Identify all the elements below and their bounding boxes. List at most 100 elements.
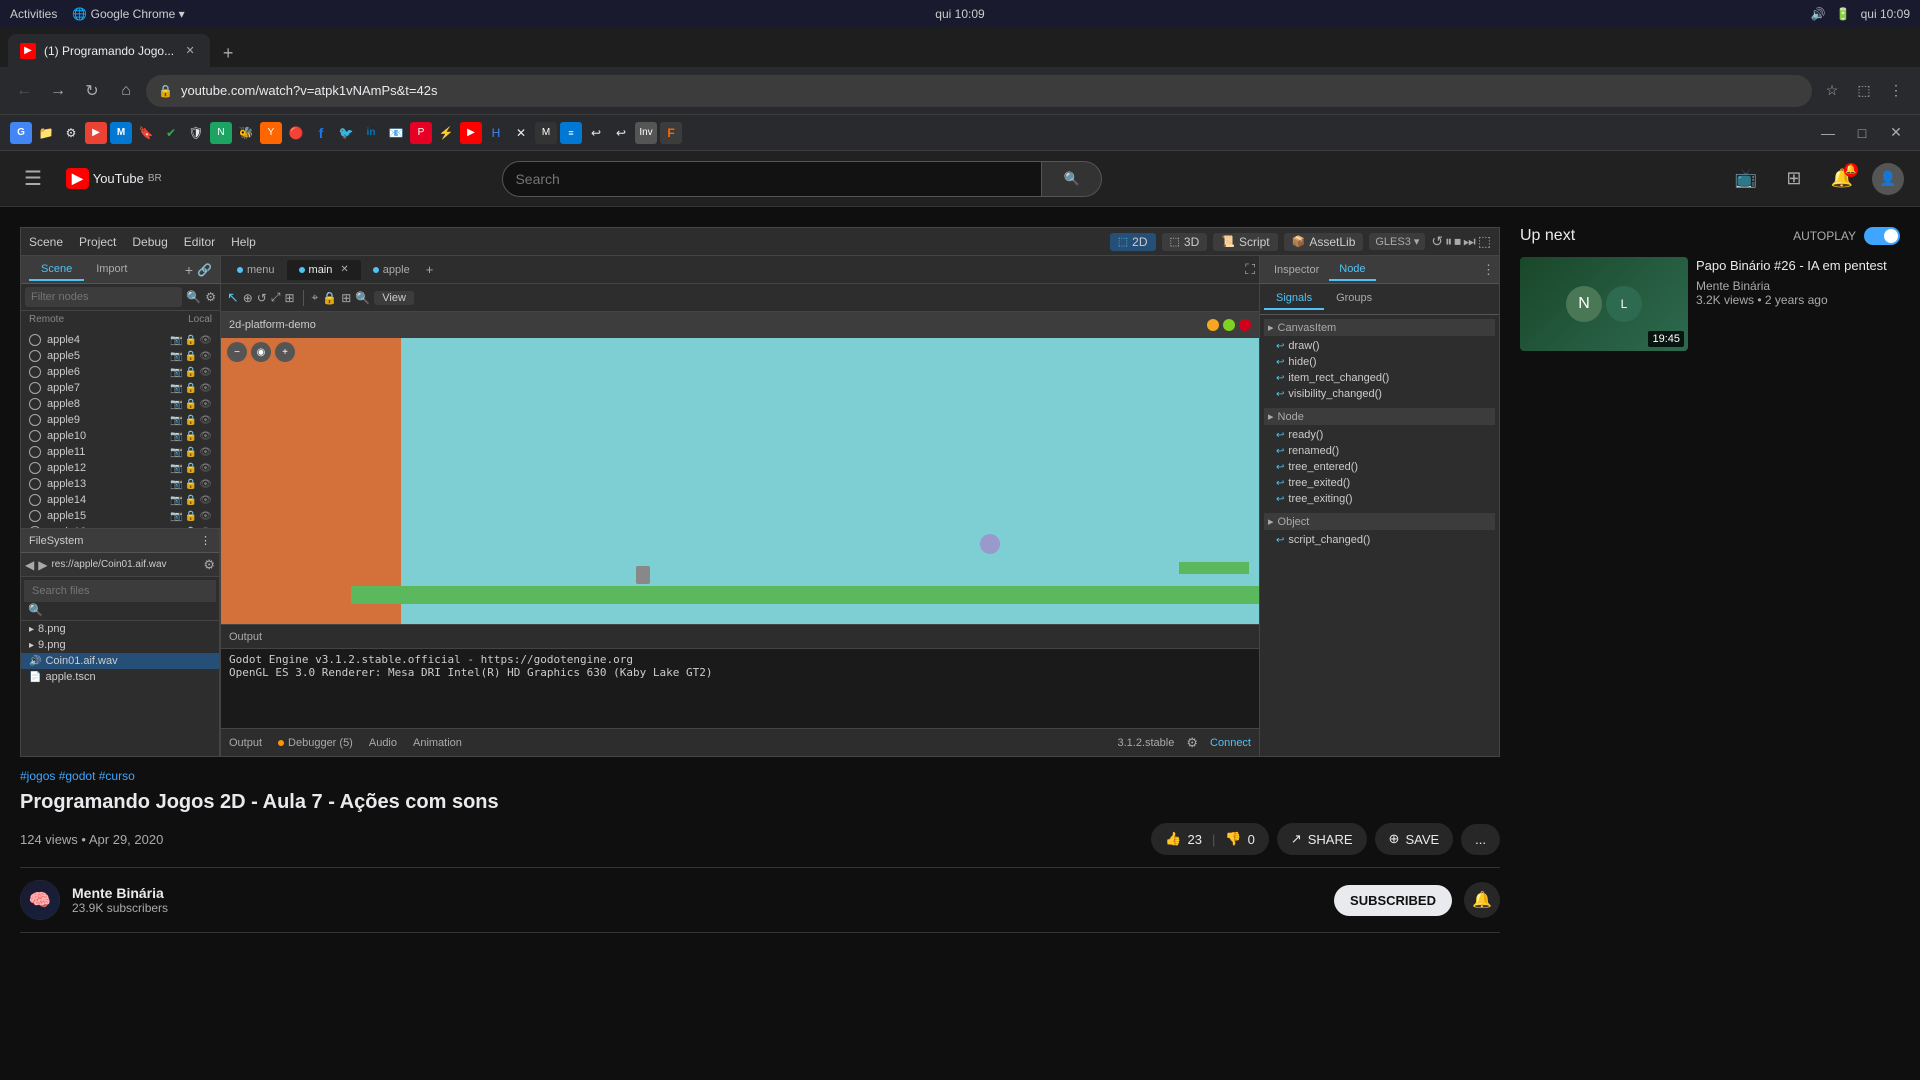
godot-menu-scene[interactable]: Scene — [29, 235, 63, 249]
save-button[interactable]: ⊕ SAVE — [1375, 823, 1454, 855]
ext-icon-26[interactable]: Inv — [635, 122, 657, 144]
viewport-group-icon[interactable]: ⊞ — [284, 291, 294, 305]
node-apple12[interactable]: apple12 📷🔒👁 — [21, 460, 220, 476]
node-apple5[interactable]: apple5 📷🔒👁 — [21, 348, 220, 364]
ext-icon-3[interactable]: ⚙ — [60, 122, 82, 144]
add-tab-button[interactable]: + — [426, 262, 434, 277]
node-tab[interactable]: Node — [1329, 259, 1375, 281]
scene-tab[interactable]: Scene — [29, 259, 84, 281]
yt-logo[interactable]: ▶ YouTube BR — [66, 168, 162, 189]
ext-icon-5[interactable]: M — [110, 122, 132, 144]
signal-tree-exited[interactable]: ↩ tree_exited() — [1264, 475, 1495, 491]
refresh-button[interactable]: ↻ — [78, 77, 106, 105]
notification-button[interactable]: 🔔 🔔 — [1824, 161, 1860, 197]
godot-assetlib-tab[interactable]: 📦 AssetLib — [1284, 233, 1364, 251]
ext-icon-20[interactable]: H — [485, 122, 507, 144]
signal-visibility-changed[interactable]: ↩ visibility_changed() — [1264, 386, 1495, 402]
minimize-dot[interactable] — [1207, 319, 1219, 331]
godot-menu-debug[interactable]: Debug — [132, 235, 167, 249]
zoom-out-btn[interactable]: − — [227, 342, 247, 362]
godot-tab-menu[interactable]: menu — [225, 260, 287, 280]
node-apple15[interactable]: apple15 📷🔒👁 — [21, 508, 220, 524]
fs-item-8png[interactable]: ▸ 8.png — [21, 621, 219, 637]
search-input[interactable] — [502, 161, 1042, 197]
forward-button[interactable]: → — [44, 77, 72, 105]
star-button[interactable]: ☆ — [1818, 77, 1846, 105]
ext-icon-21[interactable]: ✕ — [510, 122, 532, 144]
user-avatar[interactable]: 👤 — [1872, 163, 1904, 195]
ext-icon-9[interactable]: N — [210, 122, 232, 144]
ext-icon-6[interactable]: 🔖 — [135, 122, 157, 144]
groups-subtab[interactable]: Groups — [1324, 288, 1384, 310]
ext-icon-25[interactable]: ↩ — [610, 122, 632, 144]
close-dot[interactable] — [1239, 319, 1251, 331]
godot-viewport[interactable]: 2d-platform-demo — [221, 312, 1259, 624]
node-apple7[interactable]: apple7 📷🔒👁 — [21, 380, 220, 396]
share-button[interactable]: ↗ SHARE — [1277, 823, 1367, 855]
close-tab-button[interactable]: ✕ — [182, 43, 198, 59]
menu-button[interactable]: ⋮ — [1882, 77, 1910, 105]
import-tab[interactable]: Import — [84, 259, 139, 281]
hamburger-menu[interactable]: ☰ — [16, 158, 50, 199]
node-apple4[interactable]: apple4 📷🔒👁 — [21, 332, 220, 348]
subscribe-button[interactable]: SUBSCRIBED — [1334, 885, 1452, 916]
channel-name[interactable]: Mente Binária — [72, 885, 168, 901]
viewport-snap-icon[interactable]: ⌖ — [312, 290, 319, 305]
home-button[interactable]: ⌂ — [112, 77, 140, 105]
viewport-scale-tool[interactable]: ⤢ — [271, 290, 281, 305]
ext-icon-12[interactable]: 🔴 — [285, 122, 307, 144]
more-button[interactable]: ... — [1461, 824, 1500, 855]
ext-icon-2[interactable]: 📁 — [35, 122, 57, 144]
viewport-move-tool[interactable]: ↖ — [227, 289, 239, 306]
godot-3d-tab[interactable]: ⬚ 3D — [1162, 233, 1208, 251]
output-tab[interactable]: Output — [229, 737, 262, 749]
node-apple6[interactable]: apple6 📷🔒👁 — [21, 364, 220, 380]
viewport-zoom-icon[interactable]: 🔍 — [355, 291, 370, 305]
ext-icon-8[interactable]: 🛡 — [185, 122, 207, 144]
ext-icon-15[interactable]: in — [360, 122, 382, 144]
back-button[interactable]: ← — [10, 77, 38, 105]
browser-tab[interactable]: ▶ (1) Programando Jogo... ✕ — [8, 34, 210, 67]
godot-menu-editor[interactable]: Editor — [184, 235, 215, 249]
godot-menu-project[interactable]: Project — [79, 235, 116, 249]
connect-button[interactable]: Connect — [1210, 737, 1251, 749]
signals-subtab[interactable]: Signals — [1264, 288, 1324, 310]
viewport-lock-icon[interactable]: 🔒 — [322, 291, 337, 305]
godot-gles-label[interactable]: GLES3 ▾ — [1369, 233, 1425, 250]
inspector-tab[interactable]: Inspector — [1264, 260, 1329, 280]
inspector-options[interactable]: ⋮ — [1482, 262, 1495, 278]
node-header[interactable]: ▸ Node — [1264, 408, 1495, 425]
godot-ctrl-4[interactable]: ⏭ — [1463, 233, 1476, 250]
node-apple11[interactable]: apple11 📷🔒👁 — [21, 444, 220, 460]
object-header[interactable]: ▸ Object — [1264, 513, 1495, 530]
signal-ready[interactable]: ↩ ready() — [1264, 427, 1495, 443]
fs-item-coin01[interactable]: 🔊 Coin01.aif.wav — [21, 653, 219, 669]
fs-forward-button[interactable]: ▶ — [38, 558, 47, 572]
godot-tab-apple[interactable]: apple — [361, 260, 422, 280]
ext-icon-17[interactable]: P — [410, 122, 432, 144]
signal-draw[interactable]: ↩ draw() — [1264, 338, 1495, 354]
cast-button[interactable]: 📺 — [1728, 161, 1764, 197]
audio-tab[interactable]: Audio — [369, 737, 397, 749]
viewport-select-tool[interactable]: ⊕ — [243, 291, 253, 305]
node-apple14[interactable]: apple14 📷🔒👁 — [21, 492, 220, 508]
signal-renamed[interactable]: ↩ renamed() — [1264, 443, 1495, 459]
autoplay-toggle[interactable] — [1864, 227, 1900, 245]
ext-icon-11[interactable]: Y — [260, 122, 282, 144]
ext-icon-16[interactable]: 📧 — [385, 122, 407, 144]
ext-icon-7[interactable]: ✔ — [160, 122, 182, 144]
recommendation-item[interactable]: N L 19:45 Papo Binário #26 - IA em pente… — [1520, 257, 1900, 351]
ext-icon-23[interactable]: ≡ — [560, 122, 582, 144]
fs-search-icon[interactable]: 🔍 — [28, 603, 43, 617]
fullscreen-button[interactable]: ⛶ — [1245, 261, 1255, 278]
filesystem-search[interactable] — [24, 580, 216, 602]
filesystem-options[interactable]: ⋮ — [200, 534, 211, 547]
zoom-in-btn[interactable]: + — [275, 342, 295, 362]
ext-icon-24[interactable]: ↩ — [585, 122, 607, 144]
ext-icon-19[interactable]: ▶ — [460, 122, 482, 144]
ext-icon-13[interactable]: f — [310, 122, 332, 144]
search-button[interactable]: 🔍 — [1042, 161, 1102, 197]
node-apple16[interactable]: apple16 📷🔒👁 — [21, 524, 220, 528]
godot-menu-help[interactable]: Help — [231, 235, 256, 249]
output-label[interactable]: Output — [229, 631, 262, 643]
